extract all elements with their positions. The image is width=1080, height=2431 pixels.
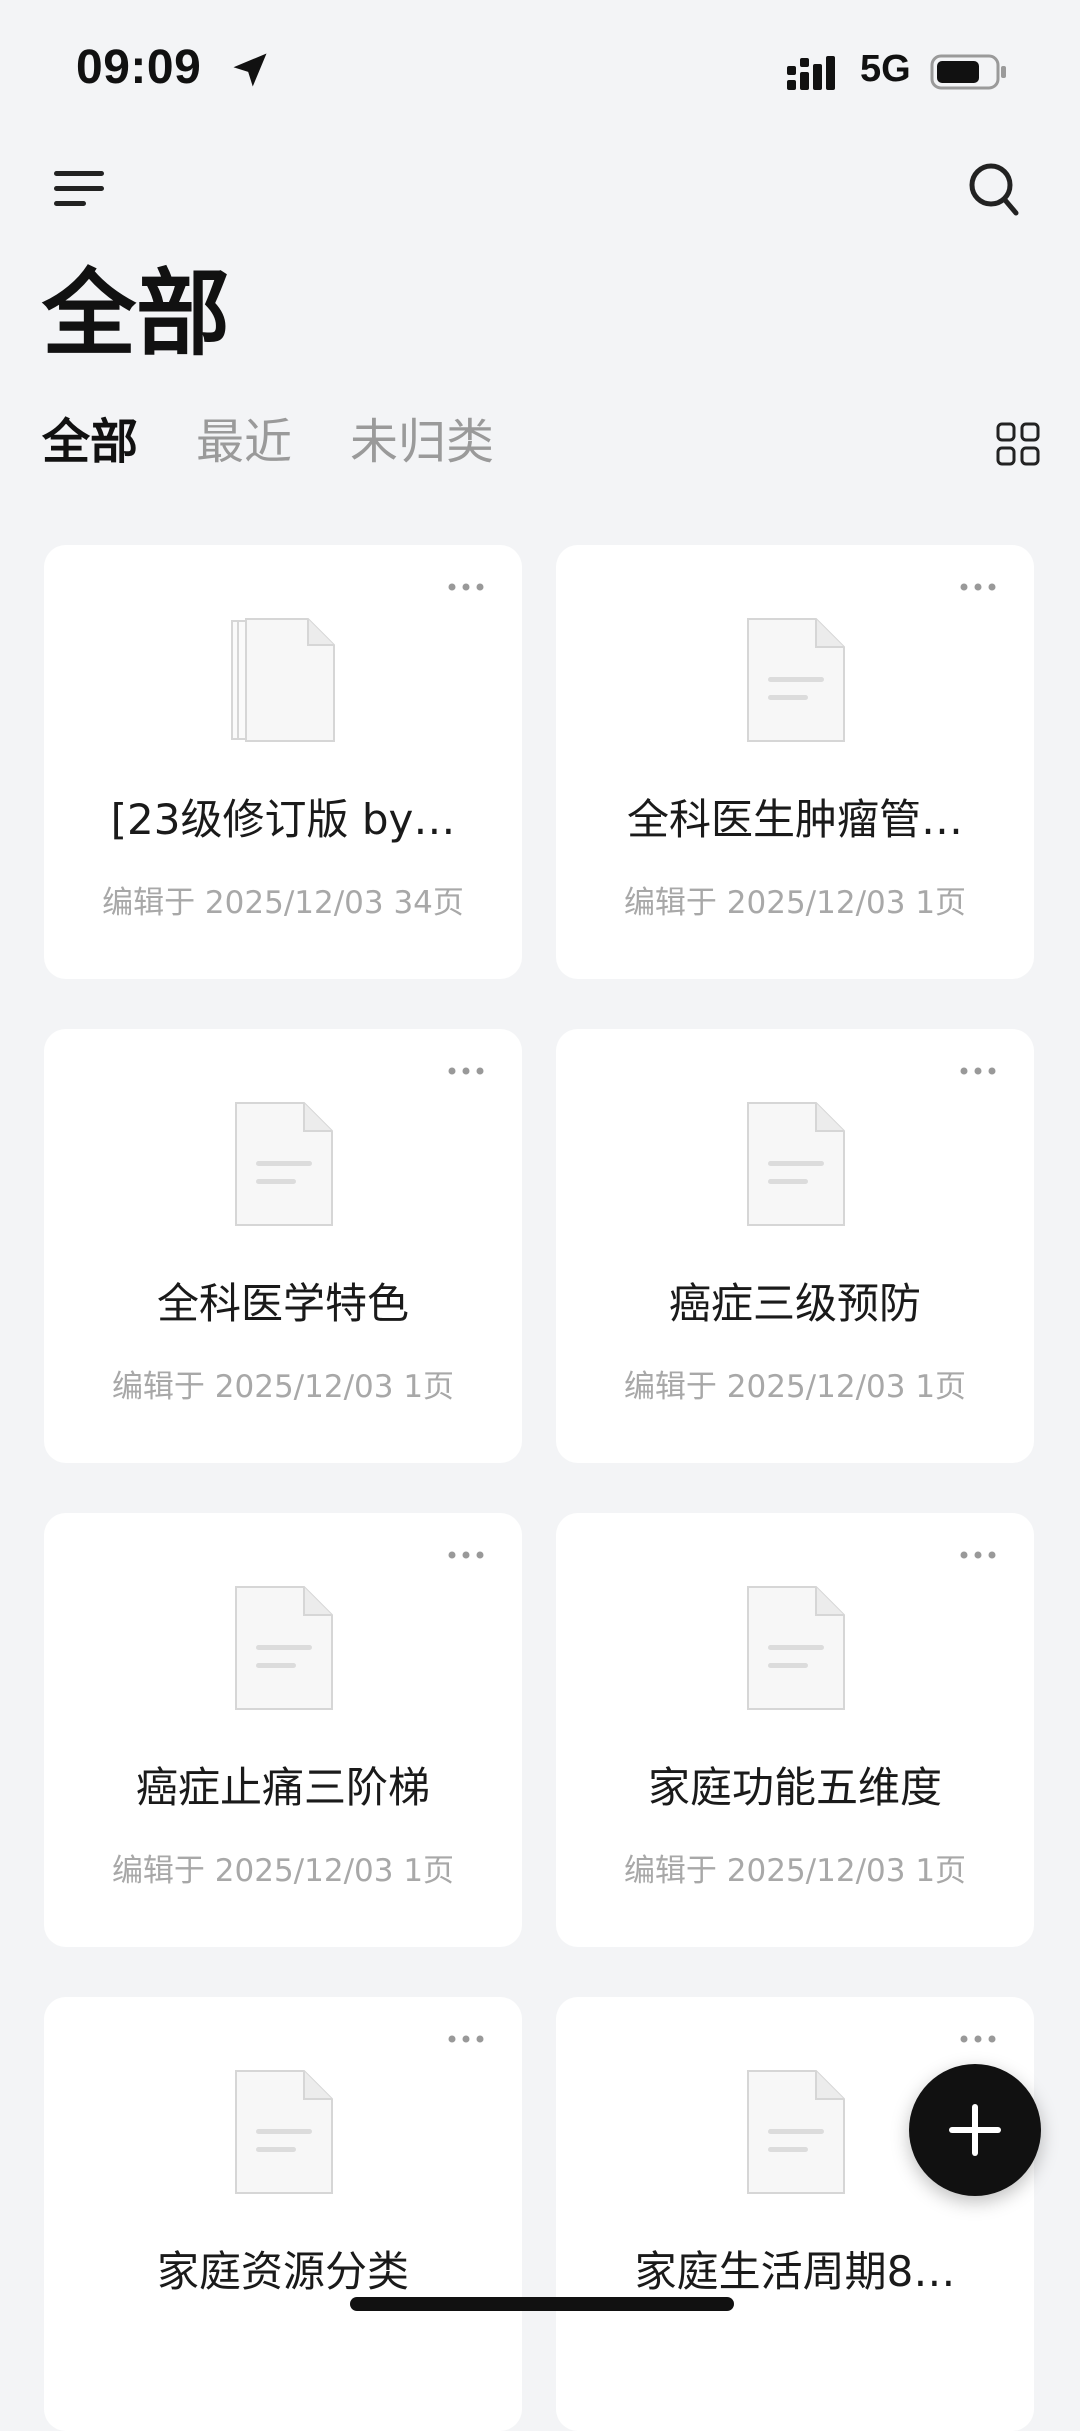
document-grid: [23级修订版 by… 编辑于 2025/12/03 34页 全科医生肿瘤管… … [44,545,1036,2431]
tab-uncategorized[interactable]: 未归类 [350,418,494,466]
stacked-pages-icon [231,618,335,742]
tab-all[interactable]: 全部 [42,418,138,466]
more-options-icon[interactable] [958,2033,998,2045]
document-title: 癌症止痛三阶梯 [135,1763,430,1812]
document-card[interactable]: 全科医生肿瘤管… 编辑于 2025/12/03 1页 [556,545,1034,979]
more-options-icon[interactable] [446,1065,486,1077]
document-card[interactable]: 全科医学特色 编辑于 2025/12/03 1页 [44,1029,522,1463]
location-arrow-icon [233,53,267,87]
search-icon[interactable] [966,160,1022,220]
document-card[interactable]: 癌症止痛三阶梯 编辑于 2025/12/03 1页 [44,1513,522,1947]
network-type-label: 5G [860,48,911,90]
document-icon [235,2070,333,2194]
more-options-icon[interactable] [446,1549,486,1561]
more-options-icon[interactable] [958,581,998,593]
document-icon [235,1102,333,1226]
document-card[interactable]: 家庭生活周期8… [556,1997,1034,2431]
plus-icon [949,2104,1001,2156]
menu-icon[interactable] [52,165,108,213]
document-card[interactable]: 家庭功能五维度 编辑于 2025/12/03 1页 [556,1513,1034,1947]
grid-view-icon[interactable] [996,422,1040,466]
tab-bar: 全部 最近 未归类 [42,418,494,466]
home-indicator[interactable] [350,2297,734,2311]
signal-strength-icon [787,56,835,90]
document-title: [23级修订版 by… [110,795,456,844]
more-options-icon[interactable] [958,1549,998,1561]
document-title: 家庭生活周期8… [634,2247,956,2296]
status-time: 09:09 [76,41,202,94]
document-meta: 编辑于 2025/12/03 1页 [111,1369,455,1405]
document-icon [747,1586,845,1710]
battery-icon [930,54,1006,90]
document-icon [747,2070,845,2194]
document-card[interactable]: 家庭资源分类 [44,1997,522,2431]
page-title: 全部 [42,260,231,369]
document-meta: 编辑于 2025/12/03 1页 [623,1369,967,1405]
document-meta: 编辑于 2025/12/03 1页 [623,885,967,921]
document-icon [235,1586,333,1710]
document-title: 癌症三级预防 [668,1279,921,1328]
document-meta: 编辑于 2025/12/03 1页 [111,1853,455,1889]
document-card[interactable]: 癌症三级预防 编辑于 2025/12/03 1页 [556,1029,1034,1463]
more-options-icon[interactable] [446,2033,486,2045]
document-title: 家庭资源分类 [156,2247,409,2296]
add-document-button[interactable] [909,2064,1041,2196]
document-icon [747,1102,845,1226]
document-meta: 编辑于 2025/12/03 34页 [102,885,464,921]
document-meta: 编辑于 2025/12/03 1页 [623,1853,967,1889]
document-title: 家庭功能五维度 [647,1763,942,1812]
document-icon [747,618,845,742]
document-title: 全科医学特色 [156,1279,409,1328]
tab-recent[interactable]: 最近 [196,418,292,466]
document-card[interactable]: [23级修订版 by… 编辑于 2025/12/03 34页 [44,545,522,979]
more-options-icon[interactable] [446,581,486,593]
document-title: 全科医生肿瘤管… [626,795,963,844]
more-options-icon[interactable] [958,1065,998,1077]
status-bar: 09:09 5G [0,0,1080,140]
